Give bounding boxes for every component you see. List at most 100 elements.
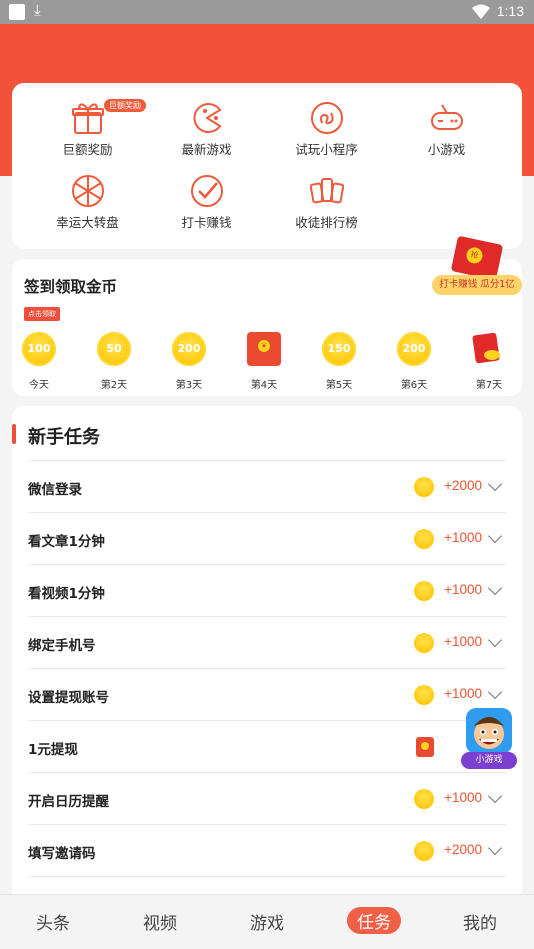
coin-icon: 200 — [172, 332, 206, 366]
day-label: 第4天 — [250, 380, 278, 391]
accent-bar — [12, 424, 16, 444]
task-name: 开启日历提醒 — [28, 794, 109, 810]
task-name: 微信登录 — [28, 482, 82, 498]
tab-headlines[interactable]: 头条 — [18, 909, 88, 934]
tab-games[interactable]: 游戏 — [232, 909, 302, 934]
day-label: 第3天 — [175, 380, 203, 391]
menu-item-big-reward[interactable]: 巨额奖励 巨额奖励 — [24, 99, 151, 158]
task-row[interactable]: 1元提现 +1 — [28, 720, 506, 772]
clock: 1:13 — [496, 3, 524, 19]
tab-label: 视频 — [143, 914, 177, 934]
task-row[interactable]: 开启日历提醒 +1000 — [28, 772, 506, 824]
coin-icon — [414, 841, 434, 861]
menu-item-mini-program[interactable]: 试玩小程序 — [263, 101, 390, 158]
task-row[interactable]: 微信登录 +2000 — [28, 460, 506, 512]
sign-day-7[interactable]: 第7天 — [459, 332, 519, 391]
task-reward: +1000 — [444, 634, 482, 649]
menu-label: 幸运大转盘 — [56, 215, 119, 230]
task-reward: +1000 — [444, 530, 482, 545]
day-label: 今天 — [29, 380, 49, 391]
menu-label: 小游戏 — [427, 142, 466, 157]
tab-me[interactable]: 我的 — [445, 909, 515, 934]
coin-icon: 50 — [97, 332, 131, 366]
task-name: 设置提现账号 — [28, 690, 109, 706]
chevron-down-icon[interactable] — [487, 788, 503, 804]
coin-icon — [414, 477, 434, 497]
coin-icon — [414, 685, 434, 705]
menu-label: 最新游戏 — [181, 142, 232, 157]
tasks-title: 新手任务 — [28, 427, 100, 448]
promo-label: 打卡赚钱 瓜分1亿 — [432, 275, 522, 295]
chevron-down-icon[interactable] — [487, 528, 503, 544]
wifi-icon — [472, 4, 490, 19]
task-reward: +1000 — [444, 686, 482, 701]
sign-day-2[interactable]: 50 第2天 — [84, 332, 144, 391]
coin-icon — [414, 789, 434, 809]
gamepad-icon — [430, 104, 463, 130]
pacman-icon — [193, 103, 221, 133]
coin-icon: 150 — [322, 332, 356, 366]
download-icon: ⤓ — [34, 1, 41, 19]
menu-item-lucky-wheel[interactable]: 幸运大转盘 — [24, 174, 151, 231]
menu-item-checkin-earn[interactable]: 打卡赚钱 — [143, 174, 270, 231]
chevron-down-icon[interactable] — [487, 580, 503, 596]
menu-item-mini-games[interactable]: 小游戏 — [383, 101, 510, 158]
task-reward: +2000 — [444, 842, 482, 857]
claim-hint: 点击领取 — [24, 307, 60, 321]
tab-label: 头条 — [36, 914, 70, 934]
mini-program-icon — [310, 102, 343, 134]
chevron-down-icon[interactable] — [487, 840, 503, 856]
chevron-down-icon[interactable] — [487, 632, 503, 648]
big-red-packet-icon — [472, 332, 506, 366]
menu-label: 收徒排行榜 — [295, 215, 358, 230]
task-name: 填写邀请码 — [28, 846, 96, 862]
red-packet-icon — [416, 737, 434, 757]
task-row[interactable]: 看视频1分钟 +1000 — [28, 564, 506, 616]
task-reward: +1000 — [444, 582, 482, 597]
coin-icon — [414, 581, 434, 601]
sign-day-4[interactable]: 第4天 — [234, 332, 294, 391]
ranking-cards-icon — [309, 178, 344, 204]
menu-badge: 巨额奖励 — [104, 99, 146, 112]
wheel-icon — [71, 175, 104, 207]
checkmark-icon — [190, 175, 223, 207]
coin-icon — [414, 529, 434, 549]
floating-game-label: 小游戏 — [461, 752, 517, 769]
sign-day-1[interactable]: 100 今天 — [9, 332, 69, 391]
menu-item-new-games[interactable]: 最新游戏 — [143, 101, 270, 158]
day-label: 第7天 — [475, 380, 503, 391]
tab-tasks[interactable]: 任务 — [339, 907, 409, 934]
day-label: 第5天 — [325, 380, 353, 391]
coin-icon — [414, 633, 434, 653]
chevron-down-icon[interactable] — [487, 476, 503, 492]
task-reward: +2000 — [444, 478, 482, 493]
sign-day-5[interactable]: 150 第5天 — [309, 332, 369, 391]
red-packet-icon — [247, 332, 281, 366]
task-row[interactable]: 设置提现账号 +1000 — [28, 668, 506, 720]
task-name: 看文章1分钟 — [28, 534, 105, 550]
menu-label: 打卡赚钱 — [181, 215, 232, 230]
task-row-partial[interactable] — [28, 876, 506, 894]
sign-in-card: 签到领取金币 抢 打卡赚钱 瓜分1亿 点击领取 100 今天 50 第2天 20… — [9, 235, 524, 396]
status-bar: ⤓ 1:13 — [0, 0, 534, 24]
sign-day-6[interactable]: 200 第6天 — [384, 332, 444, 391]
task-row[interactable]: 填写邀请码 +2000 — [28, 824, 506, 876]
floating-mini-game-button[interactable]: 小游戏 — [461, 708, 517, 770]
tab-label: 游戏 — [250, 914, 284, 934]
notification-icon — [9, 4, 25, 20]
tasks-header: 新手任务 — [12, 424, 522, 448]
coin-icon: 200 — [397, 332, 431, 366]
day-label: 第2天 — [100, 380, 128, 391]
menu-label: 试玩小程序 — [295, 142, 358, 157]
tab-label: 我的 — [463, 914, 497, 934]
bottom-tab-bar: 头条 视频 游戏 任务 我的 — [0, 894, 534, 949]
coin-icon: 100 — [22, 332, 56, 366]
task-reward: +1000 — [444, 790, 482, 805]
sign-day-3[interactable]: 200 第3天 — [159, 332, 219, 391]
chevron-down-icon[interactable] — [487, 684, 503, 700]
promo-checkin-banner[interactable]: 抢 打卡赚钱 瓜分1亿 — [432, 235, 524, 299]
task-row[interactable]: 看文章1分钟 +1000 — [28, 512, 506, 564]
task-row[interactable]: 绑定手机号 +1000 — [28, 616, 506, 668]
menu-item-ranking[interactable]: 收徒排行榜 — [263, 174, 390, 231]
tab-video[interactable]: 视频 — [125, 909, 195, 934]
